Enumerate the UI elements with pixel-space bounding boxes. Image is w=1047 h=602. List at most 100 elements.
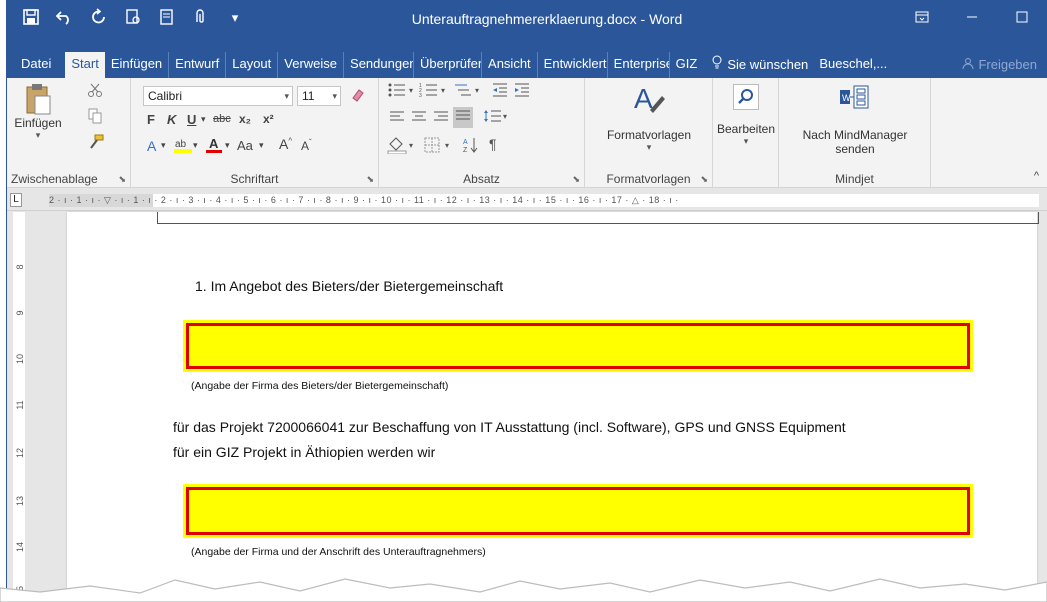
italic-button[interactable]: K (167, 112, 176, 127)
share-button[interactable]: Freigeben (952, 52, 1047, 78)
highlight-icon[interactable]: ab (173, 136, 193, 157)
editing-dropdown-icon[interactable]: ▾ (715, 136, 777, 147)
group-styles: A Formatvorlagen ▾ Formatvorlagen ⬊ (585, 78, 713, 188)
highlight-dropdown-icon[interactable]: ▾ (193, 140, 198, 151)
person-icon (962, 53, 974, 77)
strikethrough-button[interactable]: abc (213, 113, 231, 125)
maximize-icon[interactable] (997, 0, 1047, 34)
tell-me-box[interactable]: Sie wünschen... (703, 52, 809, 78)
collapse-ribbon-icon[interactable]: ^ (1034, 170, 1039, 182)
paragraph-launcher-icon[interactable]: ⬊ (572, 174, 580, 185)
mindjet-group-label: Mindjet (835, 172, 874, 186)
underline-dropdown-icon[interactable]: ▾ (201, 114, 206, 125)
svg-text:▾: ▾ (475, 86, 479, 95)
multilevel-list-icon[interactable]: ▾ (453, 82, 483, 101)
align-left-icon[interactable] (389, 110, 405, 127)
grow-font-icon[interactable]: A^ (279, 136, 292, 152)
bidder-caption: (Angabe der Firma des Bieters/der Bieter… (191, 380, 449, 392)
numbering-icon[interactable]: 1 2 3 ▾ (419, 82, 449, 101)
font-size-combo[interactable]: 11 ▾ (297, 86, 341, 106)
copy-icon[interactable] (87, 108, 103, 127)
font-color-icon[interactable]: A (205, 136, 223, 157)
superscript-button[interactable]: x² (263, 112, 274, 126)
decrease-indent-icon[interactable] (491, 82, 509, 101)
justify-icon[interactable] (453, 107, 473, 128)
clipboard-launcher-icon[interactable]: ⬊ (118, 174, 126, 185)
sort-icon[interactable]: AZ (463, 136, 479, 157)
svg-text:A: A (634, 83, 653, 114)
font-launcher-icon[interactable]: ⬊ (366, 174, 374, 185)
styles-button[interactable]: A Formatvorlagen ▾ (593, 82, 705, 153)
tab-ueberpruefen[interactable]: Überprüfen (414, 52, 483, 78)
align-right-icon[interactable] (433, 110, 449, 127)
format-painter-icon[interactable] (87, 134, 105, 153)
text-effects-icon[interactable]: A (147, 138, 156, 154)
group-paragraph: ▾ 1 2 3 ▾ ▾ ▾ ▾ ▾ A Z ¶ Absatz ⬊ (379, 78, 585, 188)
show-formatting-icon[interactable]: ¶ (489, 136, 497, 152)
clipboard-group-label: Zwischenablage (11, 172, 98, 186)
increase-indent-icon[interactable] (513, 82, 531, 101)
send-to-mindmanager-button[interactable]: W Nach MindManager senden (785, 82, 925, 156)
font-name-combo[interactable]: Calibri ▾ (143, 86, 293, 106)
tab-layout[interactable]: Layout (226, 52, 279, 78)
paste-label: Einfügen (14, 116, 62, 130)
font-name-dropdown-icon: ▾ (284, 91, 289, 101)
styles-launcher-icon[interactable]: ⬊ (700, 174, 708, 185)
ribbon-tabs: Datei Start Einfügen Entwurf Layout Verw… (7, 48, 1047, 78)
tab-datei[interactable]: Datei (7, 52, 65, 78)
align-center-icon[interactable] (411, 110, 427, 127)
ribbon-display-icon[interactable] (897, 0, 947, 34)
font-size-value: 11 (302, 89, 315, 103)
clear-formatting-icon[interactable] (349, 86, 367, 107)
tab-entwurf[interactable]: Entwurf (169, 52, 227, 78)
tab-giz[interactable]: GIZ (670, 52, 704, 78)
tab-start[interactable]: Start (65, 52, 105, 78)
shrink-font-icon[interactable]: Aˇ (301, 138, 312, 153)
editing-button-label: Bearbeiten (716, 122, 776, 136)
tab-verweise[interactable]: Verweise (278, 52, 345, 78)
document-page[interactable]: 1. Im Angebot des Bieters/der Bietergeme… (67, 212, 1039, 602)
tab-entwicklertools[interactable]: Entwicklertools (538, 52, 608, 78)
change-case-button[interactable]: Aa (237, 138, 253, 153)
group-font: Calibri ▾ 11 ▾ F K U ▾ abc x₂ x² A ▾ ab (131, 78, 379, 188)
user-account[interactable]: Bueschel,... (809, 52, 897, 78)
ruler-track[interactable]: 2 · ı · 1 · ı · ▽ · ı · 1 · ı · 2 · ı · … (49, 194, 1039, 207)
cut-icon[interactable] (87, 82, 103, 101)
svg-text:▾: ▾ (409, 86, 413, 95)
styles-dropdown-icon[interactable]: ▾ (593, 142, 705, 153)
svg-text:Z: Z (463, 147, 468, 154)
vruler-tick: 11 (15, 400, 25, 410)
font-color-dropdown-icon[interactable]: ▾ (225, 140, 230, 151)
vruler-tick: 10 (15, 354, 25, 365)
styles-icon: A (632, 82, 666, 114)
tab-sendungen[interactable]: Sendungen (344, 52, 415, 78)
editing-button[interactable]: Bearbeiten ▾ (715, 82, 777, 147)
underline-button[interactable]: U (187, 112, 196, 127)
tab-enterprise[interactable]: Enterprise (608, 52, 670, 78)
text-effects-dropdown-icon[interactable]: ▾ (161, 140, 166, 151)
group-editing: Bearbeiten ▾ (713, 78, 779, 188)
borders-icon[interactable]: ▾ (423, 136, 453, 157)
ribbon: Einfügen ▾ Zwischenablage ⬊ Calibri ▾ 11 (7, 78, 1047, 188)
subcontractor-caption: (Angabe der Firma und der Anschrift des … (191, 546, 486, 558)
bold-button[interactable]: F (147, 112, 155, 127)
change-case-dropdown-icon[interactable]: ▾ (259, 140, 264, 151)
tab-einfuegen[interactable]: Einfügen (105, 52, 170, 78)
document-area: 1. Im Angebot des Bieters/der Bietergeme… (29, 212, 1047, 602)
bullets-icon[interactable]: ▾ (387, 82, 417, 101)
tab-selector[interactable]: L (10, 193, 22, 207)
shading-icon[interactable]: ▾ (387, 136, 417, 157)
torn-edge (0, 578, 1047, 602)
line-spacing-icon[interactable]: ▾ (483, 108, 509, 127)
group-clipboard: Einfügen ▾ Zwischenablage ⬊ (7, 78, 131, 188)
share-label: Freigeben (978, 57, 1037, 72)
paste-dropdown-icon[interactable]: ▾ (13, 130, 63, 141)
vruler-tick: 8 (15, 264, 25, 270)
subcontractor-input-field[interactable] (183, 484, 973, 538)
paste-button[interactable]: Einfügen ▾ (13, 82, 63, 141)
styles-button-label: Formatvorlagen (606, 128, 692, 142)
bidder-input-field[interactable] (183, 320, 973, 372)
minimize-icon[interactable] (947, 0, 997, 34)
tab-ansicht[interactable]: Ansicht (482, 52, 538, 78)
subscript-button[interactable]: x₂ (239, 112, 251, 126)
